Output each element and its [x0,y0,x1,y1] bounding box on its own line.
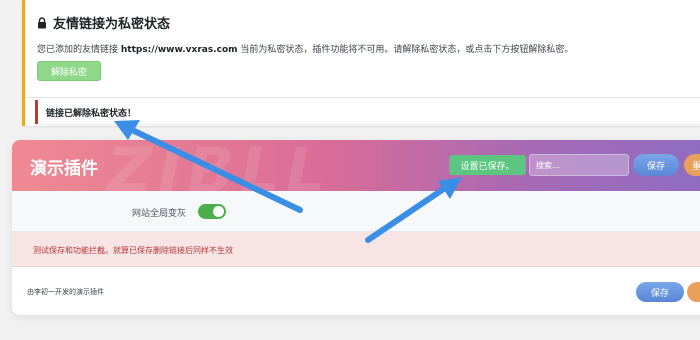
notice-text-suffix: 当前为私密状态，插件功能将不可用。请解除私密状态，或点击下方按钮解除私密。 [237,45,574,55]
notice-description: 您已添加的友情链接 https://www.vxras.com 当前为私密状态，… [37,42,573,55]
notice-text-prefix: 您已添加的友情链接 [37,45,121,55]
footer-text: 由李初一开发的演示插件 [27,288,104,296]
plugin-settings-panel: ZIBLL 演示插件 设置已保存。 保存 重 网站全局变灰 测试保存和功能拦截。… [12,140,700,315]
panel-header: ZIBLL 演示插件 设置已保存。 保存 重 [12,140,700,207]
panel-footer: 由李初一开发的演示插件 保存 [12,267,700,315]
save-button-top[interactable]: 保存 [633,154,679,176]
reset-button-bottom[interactable] [687,282,700,302]
setting-label: 网站全局变灰 [132,209,187,219]
settings-saved-badge: 设置已保存。 [449,155,526,175]
panel-title: 演示插件 [30,159,98,179]
search-input[interactable] [529,154,629,176]
reset-button-top[interactable]: 重 [684,154,700,176]
warning-text: 测试保存和功能拦截。就算已保存删除链接后同样不生效 [33,246,233,255]
grayscale-toggle[interactable] [198,204,226,219]
notice-title-text: 友情链接为私密状态 [53,17,171,32]
notice-divider [25,97,700,98]
notice-title: 友情链接为私密状态 [37,13,170,32]
private-link-notice: 友情链接为私密状态 您已添加的友情链接 https://www.vxras.co… [22,0,700,126]
unlock-private-button[interactable]: 解除私密 [37,61,101,81]
setting-row-grayscale: 网站全局变灰 [12,191,700,232]
save-button-bottom[interactable]: 保存 [636,282,684,302]
success-message: 链接已解除私密状态！ [35,100,700,124]
warning-row: 测试保存和功能拦截。就算已保存删除链接后同样不生效 [12,232,700,267]
lock-icon [38,16,46,28]
toggle-knob [213,206,224,217]
notice-link-url: https://www.vxras.com [120,45,238,55]
